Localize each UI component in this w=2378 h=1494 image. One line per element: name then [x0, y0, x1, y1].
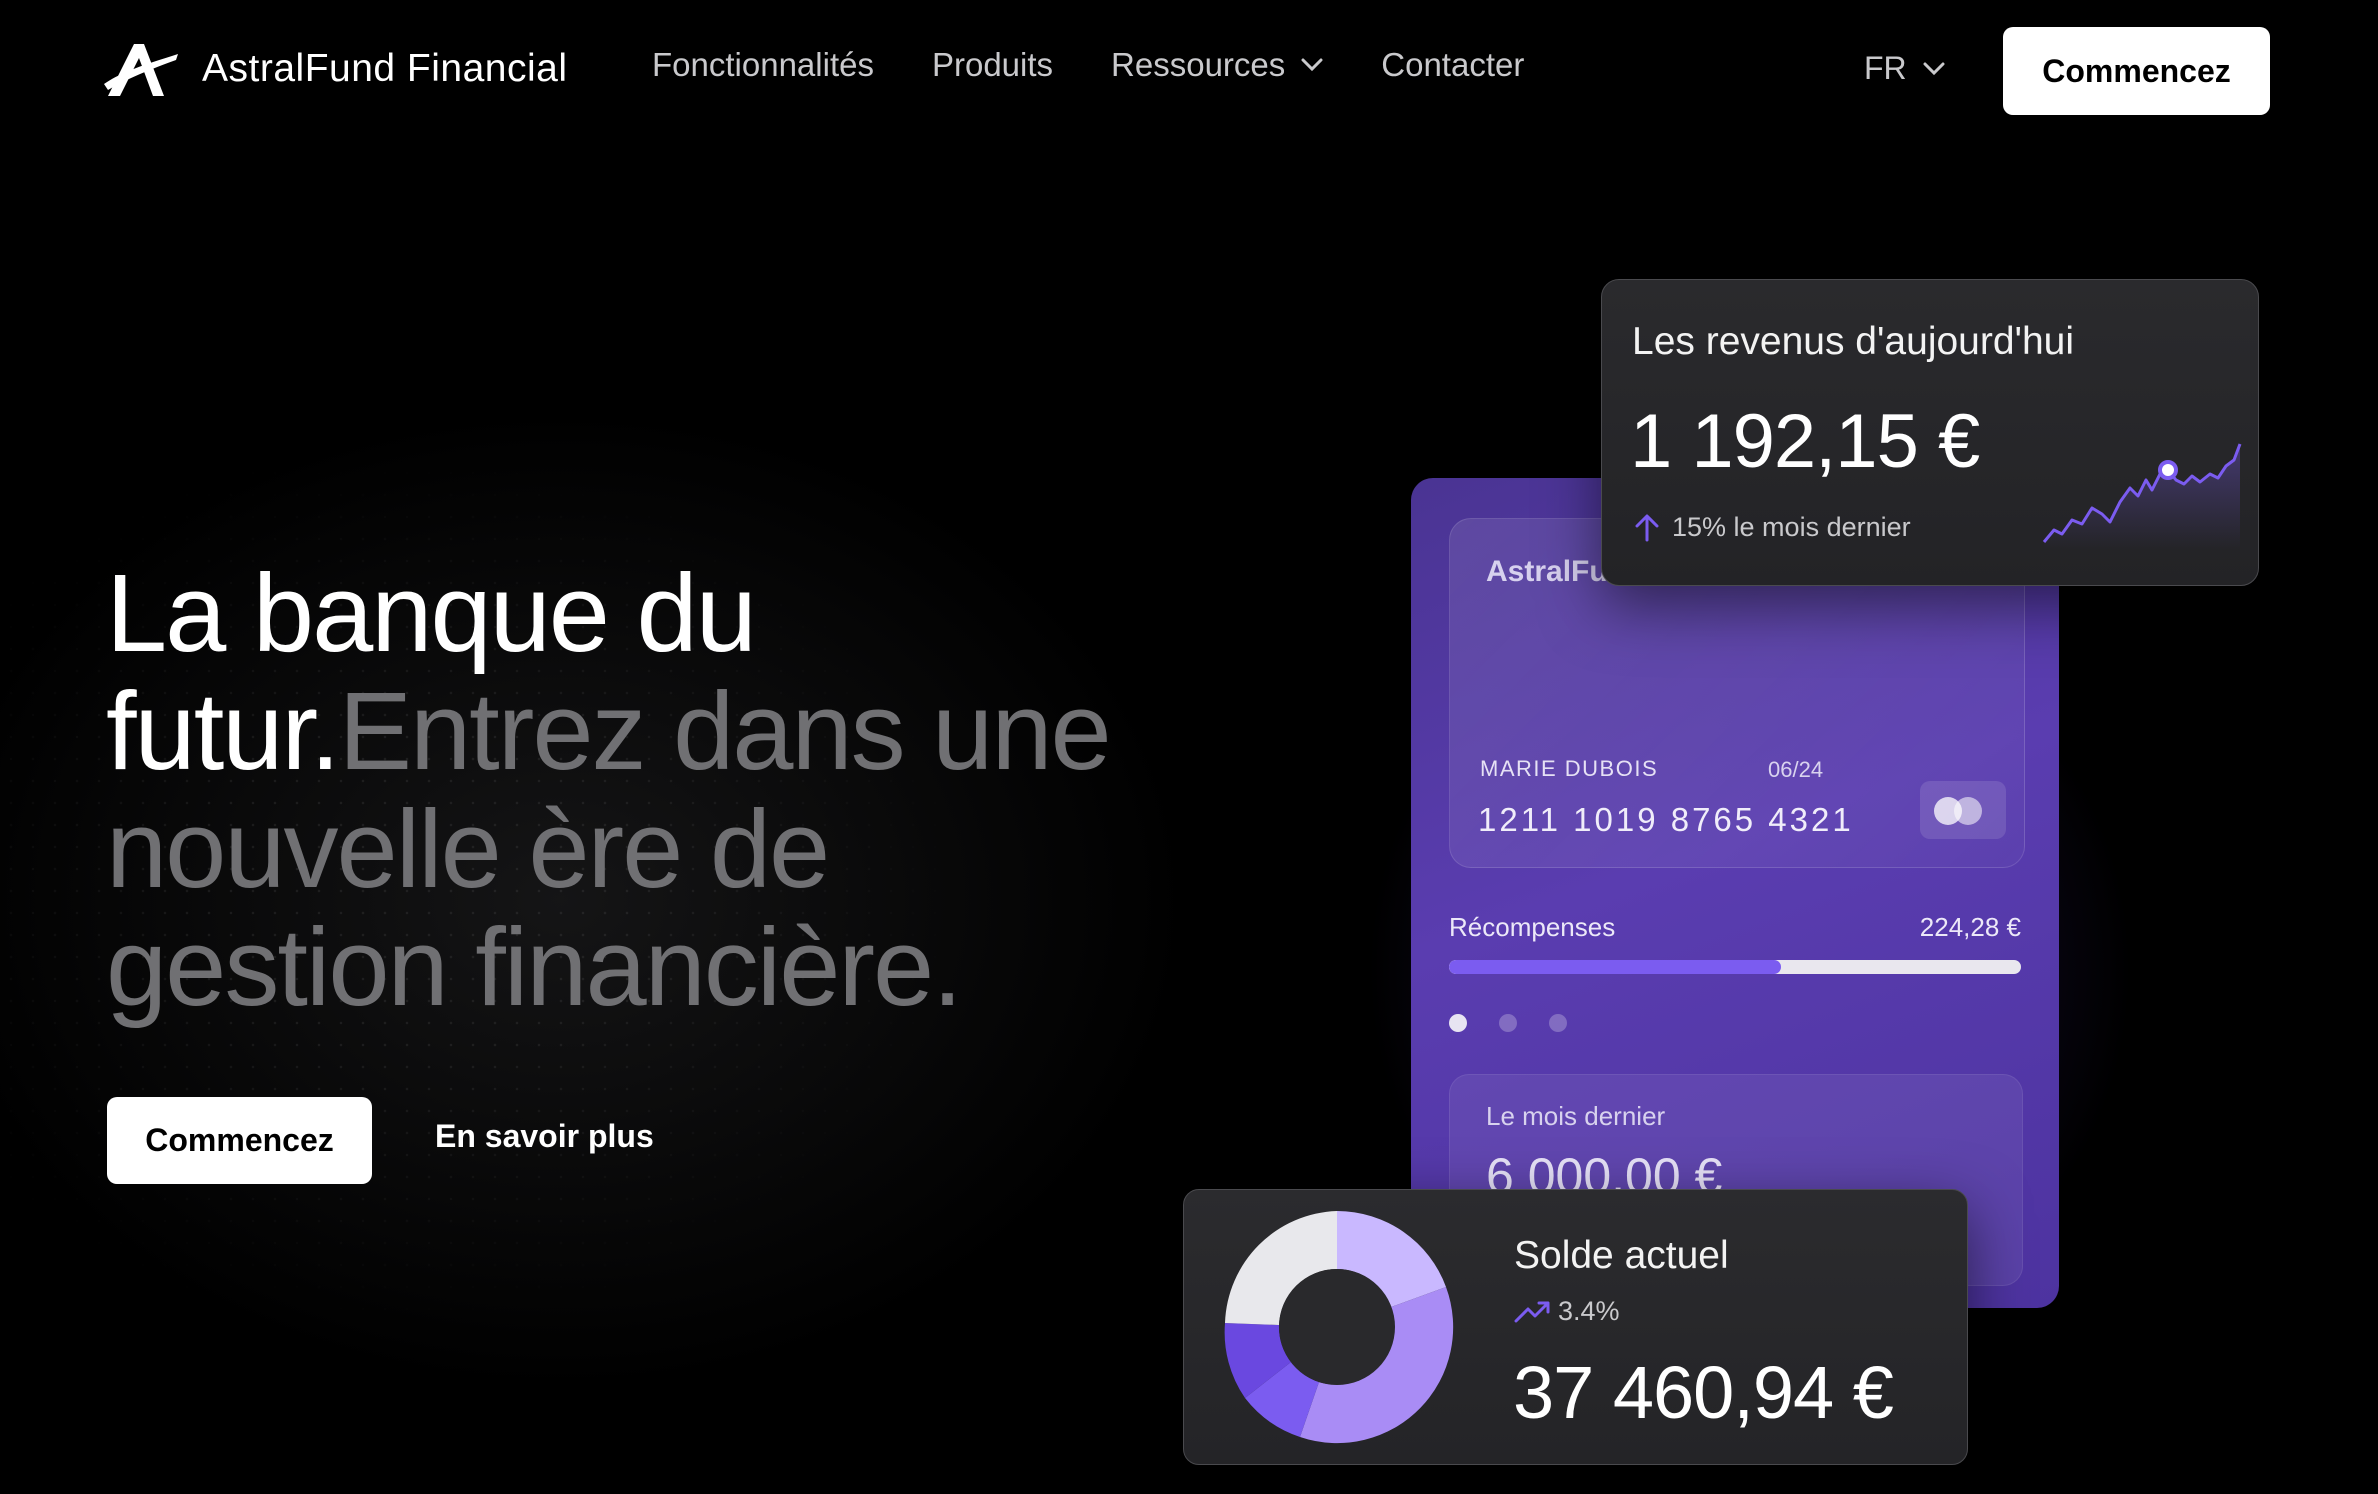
app-card-panel: AstralFund MARIE DUBOIS 06/24 1211 1019 …	[1411, 478, 2059, 1308]
revenue-value: 1 192,15 €	[1630, 399, 1980, 484]
rewards-value: 224,28 €	[1919, 912, 2021, 942]
brand-name: AstralFund Financial	[202, 47, 568, 90]
nav-link-label: Fonctionnalités	[652, 46, 874, 83]
balance-title: Solde actuel	[1514, 1234, 1729, 1277]
nav-link-resources[interactable]: Ressources	[1111, 46, 1323, 84]
pagination-dot[interactable]	[1449, 1014, 1467, 1032]
balance-donut-chart	[1224, 1211, 1454, 1444]
revenue-trend-label: 15% le mois dernier	[1672, 512, 1911, 542]
carousel-pagination	[1449, 1014, 1599, 1032]
arrow-up-icon	[1635, 514, 1659, 541]
top-navigation: AstralFund Financial Fonctionnalités Pro…	[0, 0, 2378, 142]
language-label: FR	[1864, 50, 1907, 86]
nav-links: Fonctionnalités Produits Ressources Cont…	[652, 46, 1582, 84]
pagination-dot[interactable]	[1499, 1014, 1517, 1032]
rewards-label: Récompenses	[1449, 912, 1616, 942]
revenue-card: Les revenus d'aujourd'hui 1 192,15 € 15%…	[1601, 279, 2259, 586]
mastercard-icon	[1920, 781, 2006, 839]
balance-trend: 3.4%	[1514, 1296, 1620, 1327]
hero-get-started-button[interactable]: Commencez	[107, 1097, 372, 1184]
nav-link-label: Produits	[931, 46, 1054, 83]
revenue-trend: 15% le mois dernier	[1632, 512, 1911, 543]
nav-link-contact[interactable]: Contacter	[1381, 46, 1524, 84]
rewards-progress-bar	[1449, 960, 2021, 974]
astral-a-logo-icon	[104, 44, 178, 96]
card-number: 1211 1019 8765 4321	[1478, 801, 1854, 838]
balance-trend-label: 3.4%	[1558, 1296, 1620, 1326]
balance-value: 37 460,94 €	[1513, 1351, 1894, 1434]
card-holder-name: MARIE DUBOIS	[1480, 756, 1659, 781]
learn-more-link[interactable]: En savoir plus	[435, 1118, 654, 1155]
nav-get-started-button[interactable]: Commencez	[2003, 27, 2270, 115]
hero-heading: La banque du futur.Entrez dans une nouve…	[106, 555, 1166, 1027]
pagination-dot[interactable]	[1549, 1014, 1567, 1032]
nav-link-label: Contacter	[1381, 46, 1525, 83]
nav-link-label: Ressources	[1111, 46, 1286, 83]
revenue-sparkline	[2042, 443, 2242, 550]
card-expiry: 06/24	[1768, 757, 1824, 782]
brand-logo[interactable]: AstralFund Financial	[104, 40, 568, 98]
balance-card: Solde actuel 3.4% 37 460,94 €	[1183, 1189, 1968, 1465]
chevron-down-icon	[1923, 62, 1945, 75]
nav-link-products[interactable]: Produits	[932, 46, 1053, 84]
nav-link-features[interactable]: Fonctionnalités	[652, 46, 874, 84]
revenue-title: Les revenus d'aujourd'hui	[1632, 320, 2075, 363]
trending-up-icon	[1514, 1301, 1550, 1322]
last-month-label: Le mois dernier	[1486, 1101, 1666, 1131]
rewards-progress-fill	[1449, 960, 1781, 974]
chevron-down-icon	[1301, 58, 1323, 72]
language-selector[interactable]: FR	[1864, 50, 1945, 87]
